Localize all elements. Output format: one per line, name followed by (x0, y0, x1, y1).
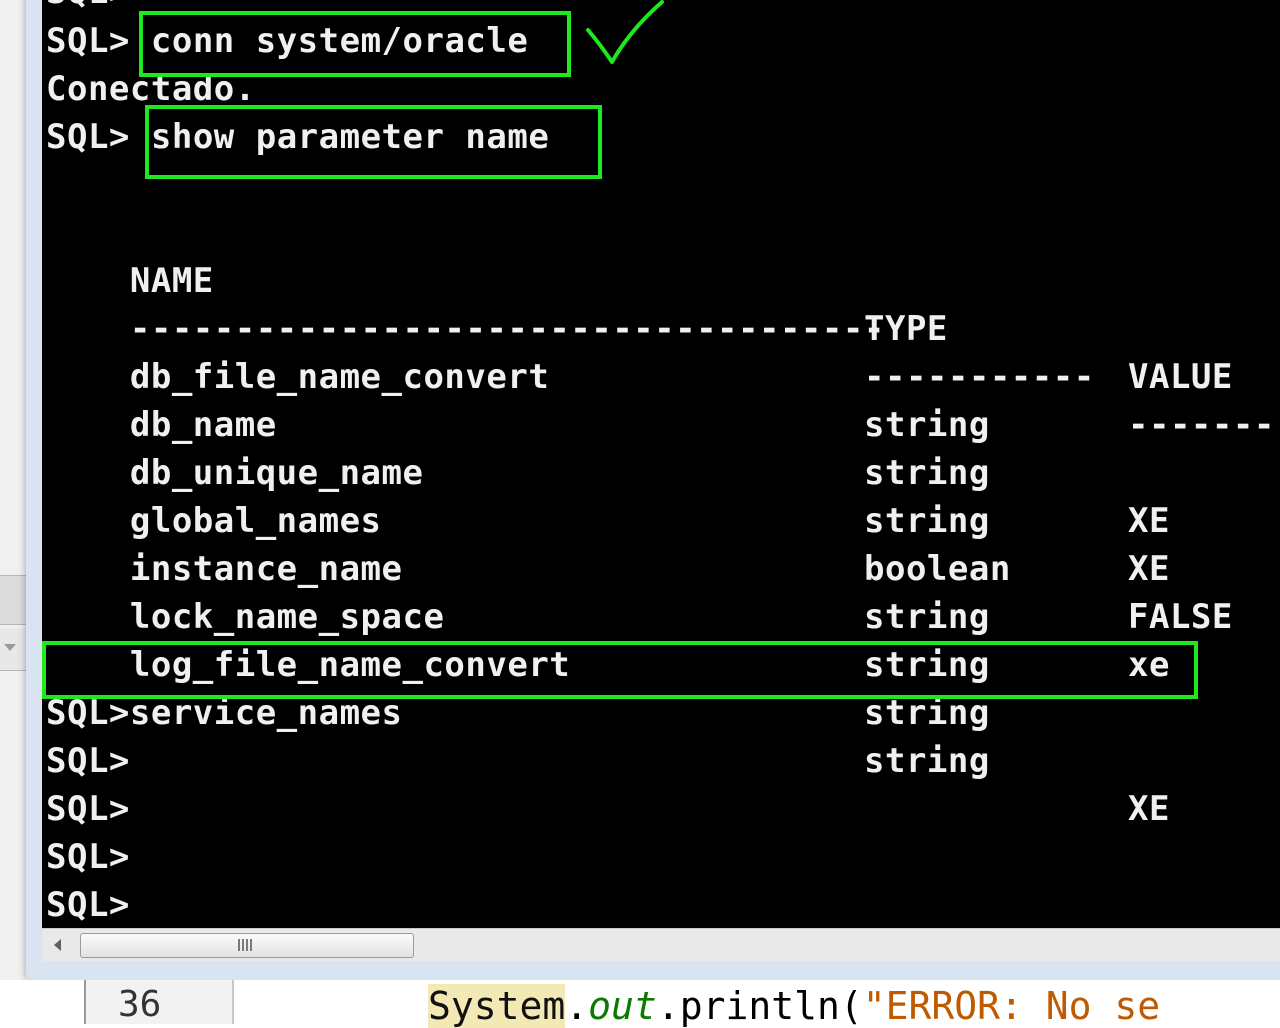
table-separator: ------------------------------------ ---… (46, 257, 1276, 445)
code-field-token: out (588, 984, 657, 1028)
prompt-text: SQL> (46, 789, 130, 829)
table-row: db_name string XE (46, 353, 1276, 541)
code-string-token: "ERROR: No se (862, 984, 1161, 1028)
prompt-text: SQL> (46, 0, 130, 12)
code-method-token: .println( (656, 984, 863, 1028)
table-row: lock_name_space string (46, 545, 1276, 685)
table-row: global_names boolean FALSE (46, 449, 1276, 637)
code-dot-token: . (565, 984, 589, 1028)
horizontal-scrollbar[interactable] (42, 928, 1280, 961)
table-row: instance_name string xe (46, 497, 1276, 685)
prompt-text: SQL> (46, 117, 130, 157)
param-name: service_names (129, 693, 403, 733)
prompt-text: SQL> (46, 837, 130, 877)
checkmark-icon (586, 0, 664, 64)
prompt-line: SQL> (46, 0, 130, 16)
scroll-left-arrow-icon[interactable] (54, 939, 61, 951)
prompt-line: SQL> (46, 737, 130, 785)
code-line[interactable]: System.out.println("ERROR: No se (428, 984, 1160, 1028)
prompt-line: SQL> (46, 785, 130, 833)
background-code-editor: 36 System.out.println("ERROR: No se (0, 980, 1280, 1028)
highlight-box-service-names (42, 641, 1198, 699)
scrollbar-thumb[interactable] (80, 933, 414, 958)
table-row: db_unique_name string XE (46, 401, 1276, 589)
prompt-text: SQL> (46, 693, 130, 733)
highlight-box-show-command (145, 105, 602, 179)
background-window-edge (0, 0, 26, 980)
grip-icon (238, 939, 252, 951)
line-number: 36 (118, 984, 162, 1025)
param-type: string (864, 741, 990, 781)
background-tab[interactable] (0, 575, 26, 625)
console-output[interactable]: SQL> SQL> conn system/oracle Conectado. … (42, 0, 1280, 928)
table-row: log_file_name_convert string (46, 593, 1276, 733)
prompt-line: SQL> (46, 881, 130, 928)
highlight-box-conn-command (139, 11, 571, 77)
table-row: db_file_name_convert string (46, 305, 1276, 445)
prompt-line: SQL> (46, 833, 130, 881)
dropdown-arrow-icon[interactable] (4, 644, 16, 651)
code-class-token: System (428, 984, 566, 1028)
param-value: XE (1128, 789, 1170, 829)
prompt-text: SQL> (46, 885, 130, 925)
prompt-text: SQL> (46, 21, 130, 61)
prompt-text: SQL> (46, 741, 130, 781)
table-header: NAME TYPE VALUE (46, 209, 1276, 397)
